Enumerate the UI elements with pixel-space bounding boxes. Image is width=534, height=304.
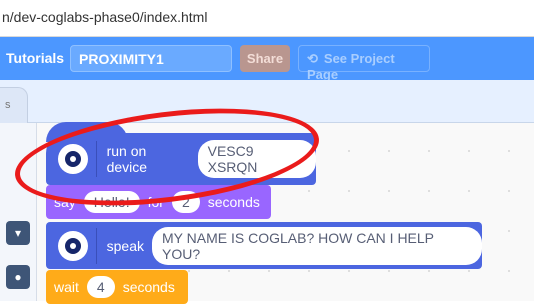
tab-label: s bbox=[5, 99, 11, 111]
tutorials-menu[interactable]: Tutorials bbox=[6, 50, 64, 66]
block-palette: ▾ ● bbox=[0, 123, 37, 301]
speak-text-input[interactable]: MY NAME IS COGLAB? HOW CAN I HELP YOU? bbox=[152, 226, 482, 265]
url-text: n/dev-coglabs-phase0/index.html bbox=[2, 9, 208, 25]
speak-block[interactable]: speak MY NAME IS COGLAB? HOW CAN I HELP … bbox=[46, 222, 482, 269]
share-button[interactable]: Share bbox=[240, 45, 290, 72]
wait-label: wait bbox=[54, 279, 79, 295]
wait-seconds-label: seconds bbox=[122, 279, 175, 295]
remix-arrows-icon: ⟲ bbox=[307, 51, 318, 66]
project-title-input[interactable]: PROXIMITY1 bbox=[70, 45, 232, 72]
see-project-page-button[interactable]: ⟲ See Project Page bbox=[298, 45, 430, 82]
menu-bar: Tutorials PROXIMITY1 Share ⟲ See Project … bbox=[0, 37, 534, 82]
wait-block[interactable]: wait 4 seconds bbox=[46, 270, 188, 304]
tab-sounds[interactable]: s bbox=[0, 87, 28, 124]
chevron-down-icon[interactable]: ▾ bbox=[6, 221, 30, 245]
speak-label: speak bbox=[106, 237, 144, 254]
see-project-label: See Project Page bbox=[307, 51, 395, 82]
wait-seconds-input[interactable]: 4 bbox=[86, 276, 115, 298]
block-separator bbox=[95, 227, 97, 264]
seconds-label: seconds bbox=[207, 194, 260, 210]
robot-eye-icon bbox=[58, 230, 88, 261]
extension-icon[interactable]: ● bbox=[6, 265, 30, 289]
address-bar[interactable]: n/dev-coglabs-phase0/index.html bbox=[0, 0, 534, 37]
